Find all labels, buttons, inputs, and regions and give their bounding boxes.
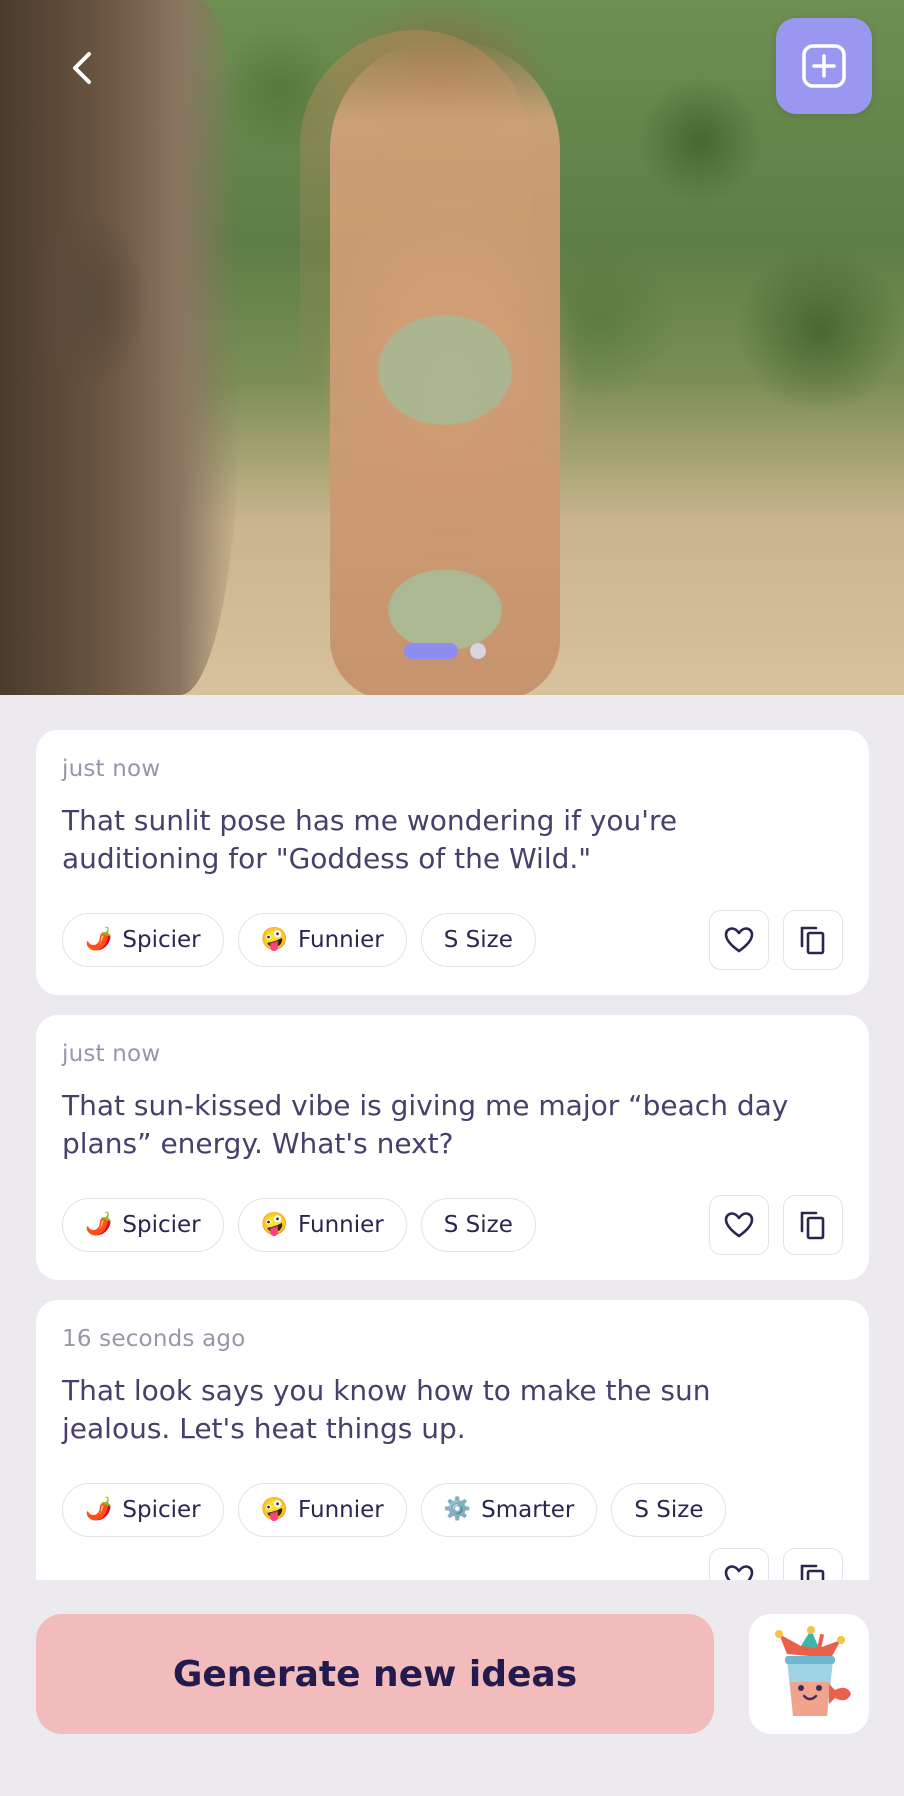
generate-ideas-button[interactable]: Generate new ideas: [36, 1614, 714, 1734]
copy-button[interactable]: [783, 1195, 843, 1255]
copy-icon: [800, 1564, 825, 1580]
chili-icon: 🌶️: [85, 1497, 113, 1522]
spicier-chip[interactable]: 🌶️ Spicier: [62, 913, 224, 967]
card-actions: [709, 1195, 843, 1255]
chip-label: Funnier: [298, 927, 384, 953]
zany-face-icon: 🤪: [260, 1497, 289, 1522]
refine-chips: 🌶️ Spicier 🤪 Funnier S Size: [62, 913, 536, 967]
chip-label: Spicier: [122, 927, 201, 953]
heart-icon: [724, 927, 754, 953]
chip-label: S Size: [443, 1212, 513, 1238]
like-button[interactable]: [709, 1548, 769, 1580]
suggestion-card: just now That sun-kissed vibe is giving …: [36, 1015, 869, 1280]
refine-chips: 🌶️ Spicier 🤪 Funnier ⚙️ Smarter S Size: [62, 1483, 727, 1537]
jester-cup-mascot-icon: [775, 1626, 851, 1716]
zany-face-icon: 🤪: [260, 927, 289, 952]
carousel-dot[interactable]: [470, 643, 486, 659]
carousel-indicator: [404, 643, 486, 659]
photo-rock: [0, 0, 240, 695]
gear-icon: ⚙️: [443, 1497, 472, 1522]
spicier-chip[interactable]: 🌶️ Spicier: [62, 1198, 224, 1252]
size-chip[interactable]: S Size: [611, 1483, 727, 1537]
carousel-dot-active[interactable]: [404, 643, 458, 659]
back-button[interactable]: [54, 40, 110, 96]
profile-photo: [0, 0, 904, 695]
copy-icon: [800, 1211, 825, 1240]
smarter-chip[interactable]: ⚙️ Smarter: [420, 1483, 598, 1537]
card-actions: [709, 1548, 843, 1580]
add-photo-button[interactable]: [776, 18, 872, 114]
timestamp: 16 seconds ago: [62, 1326, 246, 1352]
plus-square-icon: [802, 44, 846, 88]
mascot-button[interactable]: [749, 1614, 869, 1734]
size-chip[interactable]: S Size: [420, 1198, 536, 1252]
like-button[interactable]: [709, 910, 769, 970]
suggestion-card: 16 seconds ago That look says you know h…: [36, 1300, 869, 1580]
photo-person: [330, 40, 560, 695]
card-actions: [709, 910, 843, 970]
copy-button[interactable]: [783, 910, 843, 970]
chip-label: Spicier: [122, 1497, 201, 1523]
heart-icon: [724, 1565, 754, 1580]
suggestion-card: just now That sunlit pose has me wonderi…: [36, 730, 869, 995]
chili-icon: 🌶️: [85, 1212, 113, 1237]
chili-icon: 🌶️: [85, 927, 113, 952]
copy-icon: [800, 926, 825, 955]
chip-label: S Size: [634, 1497, 704, 1523]
funnier-chip[interactable]: 🤪 Funnier: [237, 1483, 407, 1537]
timestamp: just now: [62, 1041, 161, 1067]
zany-face-icon: 🤪: [260, 1212, 289, 1237]
size-chip[interactable]: S Size: [420, 913, 536, 967]
chip-label: Spicier: [122, 1212, 201, 1238]
suggestion-text: That sunlit pose has me wondering if you…: [62, 804, 678, 875]
suggestion-text: That look says you know how to make the …: [62, 1374, 711, 1445]
suggestion-text: That sun-kissed vibe is giving me major …: [62, 1089, 789, 1160]
funnier-chip[interactable]: 🤪 Funnier: [237, 1198, 407, 1252]
like-button[interactable]: [709, 1195, 769, 1255]
suggestions-list[interactable]: just now That sunlit pose has me wonderi…: [36, 730, 869, 1580]
spicier-chip[interactable]: 🌶️ Spicier: [62, 1483, 224, 1537]
chip-label: Funnier: [298, 1212, 384, 1238]
funnier-chip[interactable]: 🤪 Funnier: [237, 913, 407, 967]
chip-label: Funnier: [298, 1497, 384, 1523]
chip-label: Smarter: [481, 1497, 575, 1523]
timestamp: just now: [62, 756, 161, 782]
refine-chips: 🌶️ Spicier 🤪 Funnier S Size: [62, 1198, 536, 1252]
copy-button[interactable]: [783, 1548, 843, 1580]
heart-icon: [724, 1212, 754, 1238]
chevron-left-icon: [73, 52, 91, 84]
chip-label: S Size: [443, 927, 513, 953]
